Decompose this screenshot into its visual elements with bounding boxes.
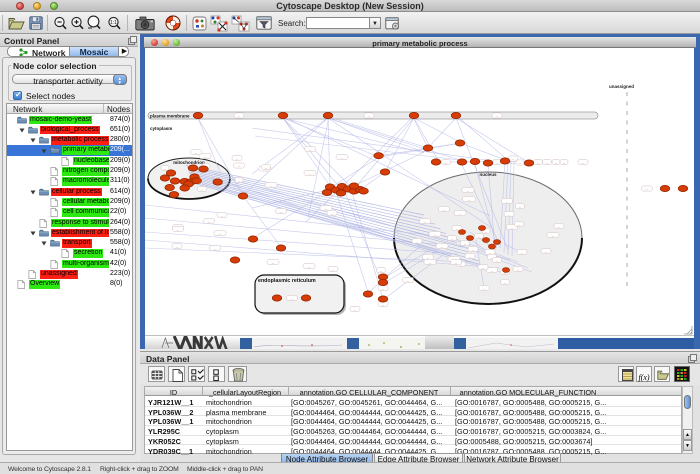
svg-text:...: ... bbox=[177, 227, 180, 231]
svg-text:...: ... bbox=[472, 247, 475, 251]
svg-text:...: ... bbox=[164, 166, 167, 170]
svg-text:...: ... bbox=[582, 160, 585, 164]
svg-text:...: ... bbox=[451, 236, 454, 240]
svg-text:...: ... bbox=[382, 302, 385, 306]
svg-text:...: ... bbox=[195, 150, 198, 154]
svg-text:...: ... bbox=[201, 187, 204, 191]
svg-text:...: ... bbox=[552, 233, 555, 237]
svg-text:...: ... bbox=[517, 267, 520, 271]
svg-text:...: ... bbox=[518, 222, 521, 226]
svg-text:...: ... bbox=[496, 160, 499, 164]
svg-text:...: ... bbox=[265, 165, 268, 169]
svg-text:...: ... bbox=[424, 219, 427, 223]
svg-text:plasma membrane: plasma membrane bbox=[150, 113, 190, 118]
svg-text:...: ... bbox=[456, 226, 459, 230]
svg-text:...: ... bbox=[483, 286, 486, 290]
svg-text:cytoplasm: cytoplasm bbox=[150, 126, 172, 131]
svg-text:...: ... bbox=[508, 212, 511, 216]
svg-text:...: ... bbox=[332, 267, 335, 271]
svg-text:...: ... bbox=[491, 268, 494, 272]
svg-text:...: ... bbox=[469, 254, 472, 258]
svg-text:...: ... bbox=[434, 232, 437, 236]
svg-text:...: ... bbox=[309, 147, 312, 151]
svg-text:...: ... bbox=[368, 114, 371, 118]
svg-text:...: ... bbox=[506, 199, 509, 203]
svg-text:...: ... bbox=[496, 114, 499, 118]
svg-text:...: ... bbox=[521, 250, 524, 254]
svg-text:...: ... bbox=[555, 160, 558, 164]
svg-text:...: ... bbox=[445, 160, 448, 164]
svg-text:endoplasmic reticulum: endoplasmic reticulum bbox=[258, 278, 316, 284]
svg-text:1:1: 1:1 bbox=[110, 20, 117, 26]
svg-text:...: ... bbox=[416, 239, 419, 243]
svg-text:...: ... bbox=[464, 241, 467, 245]
svg-text:...: ... bbox=[468, 197, 471, 201]
svg-text:...: ... bbox=[478, 234, 481, 238]
svg-text:...: ... bbox=[443, 207, 446, 211]
svg-text:...: ... bbox=[309, 171, 312, 175]
svg-text:...: ... bbox=[291, 296, 294, 300]
svg-text:...: ... bbox=[441, 244, 444, 248]
svg-text:...: ... bbox=[427, 255, 430, 259]
svg-text:...: ... bbox=[270, 183, 273, 187]
svg-text:...: ... bbox=[238, 178, 241, 182]
svg-text:...: ... bbox=[238, 114, 241, 118]
svg-text:nucleus: nucleus bbox=[479, 172, 497, 177]
svg-text:...: ... bbox=[354, 307, 357, 311]
svg-text:...: ... bbox=[221, 213, 224, 217]
svg-text:...: ... bbox=[455, 260, 458, 264]
svg-text:...: ... bbox=[236, 156, 239, 160]
svg-text:...: ... bbox=[537, 160, 540, 164]
svg-text:...: ... bbox=[429, 260, 432, 264]
svg-text:mitochondrion: mitochondrion bbox=[173, 160, 205, 165]
svg-text:...: ... bbox=[482, 265, 485, 269]
svg-text:...: ... bbox=[208, 219, 211, 223]
svg-text:...: ... bbox=[214, 246, 217, 250]
svg-text:...: ... bbox=[504, 280, 507, 284]
svg-text:...: ... bbox=[563, 160, 566, 164]
svg-text:...: ... bbox=[496, 258, 499, 262]
svg-text:...: ... bbox=[489, 250, 492, 254]
svg-text:...: ... bbox=[407, 278, 410, 282]
svg-text:...: ... bbox=[380, 268, 383, 272]
svg-text:...: ... bbox=[308, 264, 311, 268]
svg-text:...: ... bbox=[341, 155, 344, 159]
svg-text:...: ... bbox=[467, 188, 470, 192]
svg-text:unassigned: unassigned bbox=[609, 84, 634, 89]
svg-text:...: ... bbox=[382, 286, 385, 290]
svg-text:...: ... bbox=[331, 211, 334, 215]
svg-text:...: ... bbox=[238, 164, 241, 168]
svg-text:...: ... bbox=[176, 244, 179, 248]
svg-text:...: ... bbox=[512, 157, 515, 161]
svg-text:...: ... bbox=[280, 209, 283, 213]
svg-text:...: ... bbox=[646, 187, 649, 191]
svg-text:...: ... bbox=[519, 204, 522, 208]
svg-text:...: ... bbox=[545, 249, 548, 253]
svg-text:...: ... bbox=[546, 160, 549, 164]
svg-text:...: ... bbox=[219, 231, 222, 235]
svg-text:...: ... bbox=[558, 224, 561, 228]
svg-text:...: ... bbox=[485, 229, 488, 233]
svg-text:...: ... bbox=[325, 206, 328, 210]
svg-text:...: ... bbox=[204, 154, 207, 158]
svg-text:...: ... bbox=[519, 161, 522, 165]
svg-text:...: ... bbox=[511, 225, 514, 229]
svg-text:...: ... bbox=[459, 211, 462, 215]
svg-text:...: ... bbox=[272, 260, 275, 264]
